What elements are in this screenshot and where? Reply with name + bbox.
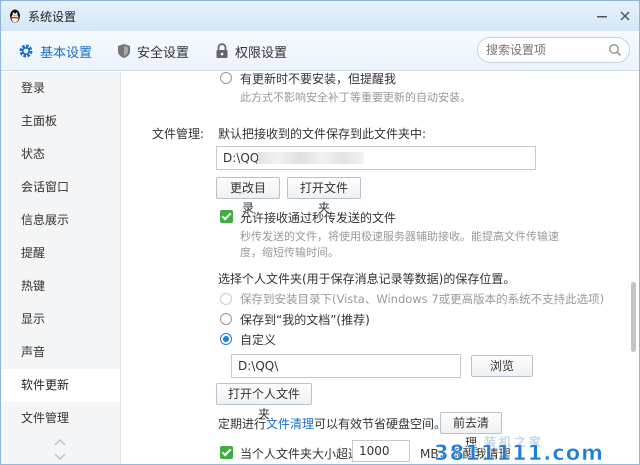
- radio-install-dir[interactable]: [220, 293, 232, 305]
- sidebar-item-sound[interactable]: 声音: [1, 336, 120, 369]
- file-cleanup-link[interactable]: 文件清理: [266, 417, 314, 431]
- search-icon[interactable]: [608, 43, 622, 57]
- sidebar-item-software-update[interactable]: 软件更新: [1, 369, 120, 402]
- update-option-hint: 此方式不影响安全补丁等重要更新的自动安装。: [240, 91, 471, 104]
- sidebar-item-label: 信息展示: [21, 213, 70, 227]
- tab-label: 基本设置: [40, 45, 93, 61]
- custom-path-input[interactable]: D:\QQ\: [231, 354, 461, 378]
- shield-icon: [118, 44, 130, 58]
- cleanup-prefix: 定期进行: [218, 417, 267, 431]
- allow-flash-label: 允许接收通过秒传发送的文件: [240, 211, 397, 225]
- tab-permission-settings[interactable]: 权限设置: [215, 41, 287, 61]
- default-path-value: D:\QQ: [223, 151, 260, 165]
- radio-my-documents-label: 保存到“我的文档”(推荐): [240, 313, 370, 327]
- update-option-label: 有更新时不要安装，但提醒我: [240, 72, 397, 86]
- lock-icon: [216, 43, 228, 58]
- sidebar-item-label: 软件更新: [21, 378, 70, 392]
- open-folder-button[interactable]: 打开文件夹: [287, 177, 361, 215]
- sidebar-item-login[interactable]: 登录: [1, 72, 120, 105]
- sidebar-item-hotkeys[interactable]: 热键: [1, 270, 120, 303]
- sidebar: 登录 主面板 状态 会话窗口 信息展示 提醒 热键 显示 声音 软件更新 文件管…: [1, 72, 121, 464]
- sidebar-item-label: 热键: [21, 279, 46, 293]
- open-personal-folder-button[interactable]: 打开个人文件夹: [216, 383, 312, 421]
- sidebar-item-display[interactable]: 显示: [1, 303, 120, 336]
- cleanup-suffix: 可以有效节省硬盘空间。: [314, 417, 447, 431]
- sidebar-item-label: 文件管理: [21, 411, 70, 425]
- sidebar-item-label: 提醒: [21, 246, 46, 260]
- window-title: 系统设置: [28, 10, 77, 24]
- size-reminder-checkbox[interactable]: [220, 446, 233, 459]
- sidebar-item-label: 登录: [21, 81, 46, 95]
- tab-label: 安全设置: [137, 45, 190, 61]
- sidebar-item-reminder[interactable]: 提醒: [1, 237, 120, 270]
- default-path-label: 默认把接收到的文件保存到此文件夹中:: [218, 127, 427, 141]
- allow-flash-hint-line2: 度，缩短传输时间。: [240, 246, 339, 259]
- settings-content: 有更新时不要安装，但提醒我 此方式不影响安全补丁等重要更新的自动安装。 文件管理…: [122, 72, 627, 465]
- sidebar-item-label: 会话窗口: [21, 180, 70, 194]
- sidebar-item-info-display[interactable]: 信息展示: [1, 204, 120, 237]
- minimize-icon[interactable]: [595, 9, 609, 23]
- blurred-path-segment: [258, 152, 364, 164]
- tab-bar: 基本设置 安全设置 权限设置: [1, 31, 639, 71]
- close-icon[interactable]: [618, 9, 632, 23]
- chevron-up-icon[interactable]: [53, 438, 67, 447]
- sidebar-item-status[interactable]: 状态: [1, 138, 120, 171]
- sidebar-item-chat-window[interactable]: 会话窗口: [1, 171, 120, 204]
- sidebar-item-label: 主面板: [21, 114, 58, 128]
- watermark-text: 3811111.com: [434, 441, 605, 465]
- custom-path-value: D:\QQ\: [238, 359, 279, 373]
- radio-my-documents[interactable]: [220, 313, 232, 325]
- personal-folder-label: 选择个人文件夹(用于保存消息记录等数据)的保存位置。: [218, 272, 516, 286]
- browse-button[interactable]: 浏览: [471, 355, 533, 377]
- tab-label: 权限设置: [235, 45, 288, 61]
- allow-flash-checkbox[interactable]: [220, 210, 233, 223]
- radio-install-dir-label: 保存到安装目录下(Vista、Windows 7或更高版本的系统不支持此选项): [240, 292, 605, 306]
- size-reminder-label: 当个人文件夹大小超过: [240, 447, 361, 461]
- sidebar-item-file-management[interactable]: 文件管理: [1, 402, 120, 435]
- sidebar-item-label: 显示: [21, 312, 46, 326]
- file-management-label: 文件管理:: [152, 127, 205, 141]
- sidebar-item-main-panel[interactable]: 主面板: [1, 105, 120, 138]
- size-limit-value: 1000: [359, 444, 390, 458]
- search-input[interactable]: [486, 43, 606, 57]
- tab-security-settings[interactable]: 安全设置: [117, 41, 189, 61]
- tab-basic-settings[interactable]: 基本设置: [18, 41, 92, 61]
- gear-icon: [19, 44, 33, 58]
- radio-notify-no-install[interactable]: [220, 72, 232, 84]
- vertical-scrollbar[interactable]: [628, 72, 639, 464]
- radio-custom-label: 自定义: [240, 333, 277, 347]
- settings-window: 系统设置 基本设置 安全设置 权限设置 搜索设置项 登录 主面板 状态 会话窗口…: [0, 0, 640, 465]
- title-bar: 系统设置: [1, 1, 639, 31]
- cleanup-text: 定期进行文件清理可以有效节省硬盘空间。: [218, 415, 446, 432]
- scrollbar-thumb[interactable]: [631, 282, 636, 352]
- qq-penguin-icon: [10, 9, 20, 23]
- size-limit-input[interactable]: 1000: [352, 440, 410, 462]
- allow-flash-hint-line1: 秒传发送的文件，将使用极速服务器辅助接收。能提高文件传输速: [240, 230, 559, 243]
- sidebar-item-label: 状态: [21, 147, 46, 161]
- search-box[interactable]: [477, 37, 630, 63]
- sidebar-item-label: 声音: [21, 345, 46, 359]
- go-cleanup-button[interactable]: 前去清理: [440, 412, 502, 450]
- radio-custom[interactable]: [220, 333, 232, 345]
- change-directory-button[interactable]: 更改目录: [216, 177, 280, 215]
- chevron-down-icon[interactable]: [53, 452, 67, 461]
